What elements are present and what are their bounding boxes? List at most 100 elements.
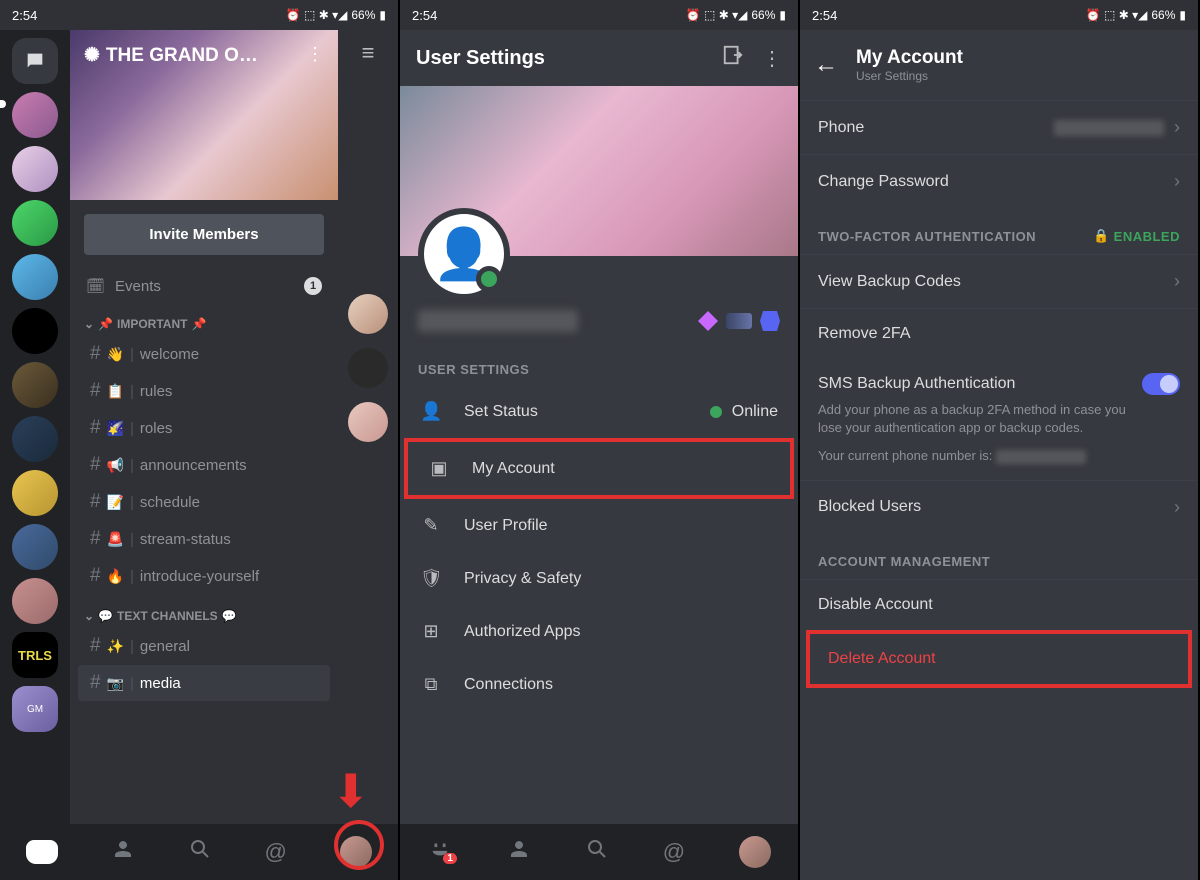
- search-tab-icon[interactable]: [585, 837, 609, 867]
- channel-name: introduce-yourself: [140, 568, 259, 585]
- server-icon[interactable]: [12, 92, 58, 138]
- clock: 2:54: [812, 8, 837, 23]
- hash-icon: #: [90, 491, 101, 513]
- member-strip: ≡: [338, 30, 398, 824]
- boost-badge-icon: [726, 313, 752, 329]
- chevron-down-icon: ⌄: [84, 317, 94, 331]
- channel-item[interactable]: # 📷 | media: [78, 665, 330, 701]
- server-icon[interactable]: [12, 254, 58, 300]
- member-avatar[interactable]: [348, 348, 388, 388]
- hash-icon: #: [90, 454, 101, 476]
- annotation-circle: [334, 820, 384, 870]
- hypesquad-badge-icon: [760, 311, 780, 331]
- server-icon[interactable]: [12, 578, 58, 624]
- server-icon[interactable]: [12, 362, 58, 408]
- member-avatar[interactable]: [348, 294, 388, 334]
- back-arrow-icon[interactable]: ←: [814, 51, 838, 79]
- channel-name: general: [140, 638, 190, 655]
- row-label: Set Status: [464, 403, 538, 421]
- channel-item[interactable]: # 🌠 | roles: [78, 410, 330, 446]
- server-icon[interactable]: [12, 416, 58, 462]
- server-icon[interactable]: [12, 470, 58, 516]
- status-icons: ⏰ ⬚ ✱ ▾◢ 66% ▮: [1086, 8, 1186, 22]
- panel-my-account: 2:54 ⏰ ⬚ ✱ ▾◢ 66% ▮ ← My Account User Se…: [800, 0, 1200, 880]
- member-avatar[interactable]: [348, 402, 388, 442]
- friends-tab-icon[interactable]: [111, 837, 135, 867]
- dm-button[interactable]: [12, 38, 58, 84]
- invite-members-button[interactable]: Invite Members: [84, 214, 324, 255]
- battery-icon: ▮: [379, 8, 386, 22]
- mentions-tab-icon[interactable]: @: [663, 839, 685, 865]
- delete-account-row[interactable]: Delete Account: [810, 634, 1188, 684]
- panel-server-channels: 2:54 ⏰ ⬚ ✱ ▾◢ 66% ▮ TRLS GM ✺ THE GRAND …: [0, 0, 400, 880]
- online-status-dot: [476, 266, 502, 292]
- settings-row-my-account[interactable]: ▣My Account: [408, 442, 790, 495]
- calendar-icon: 🗓: [86, 277, 105, 295]
- hash-icon: #: [90, 343, 101, 365]
- hash-icon: #: [90, 528, 101, 550]
- server-icon[interactable]: GM: [12, 686, 58, 732]
- settings-row-connections[interactable]: ⧉Connections: [400, 658, 798, 711]
- profile-tab-icon[interactable]: [739, 836, 771, 868]
- exit-icon[interactable]: [722, 44, 744, 72]
- status-bar: 2:54 ⏰ ⬚ ✱ ▾◢ 66% ▮: [0, 0, 398, 30]
- channel-item[interactable]: # 📝 | schedule: [78, 484, 330, 520]
- disable-account-row[interactable]: Disable Account: [800, 579, 1198, 630]
- status-bar: 2:54 ⏰ ⬚ ✱ ▾◢ 66% ▮: [800, 0, 1198, 30]
- row-icon: 🛡: [420, 568, 442, 589]
- channel-item[interactable]: # 🔥 | introduce-yourself: [78, 558, 330, 594]
- notification-badge: 1: [443, 853, 457, 864]
- server-icon[interactable]: [12, 308, 58, 354]
- mentions-tab-icon[interactable]: @: [265, 839, 287, 865]
- sms-backup-section: SMS Backup Authentication Add your phone…: [800, 359, 1198, 480]
- sms-backup-description: Add your phone as a backup 2FA method in…: [818, 401, 1180, 437]
- page-title: User Settings: [416, 47, 704, 70]
- category-important[interactable]: ⌄ 📌 IMPORTANT 📌: [70, 303, 338, 335]
- row-label: Privacy & Safety: [464, 570, 581, 588]
- hash-icon: #: [90, 672, 101, 694]
- blocked-users-row[interactable]: Blocked Users ›: [800, 480, 1198, 534]
- remove-2fa-row[interactable]: Remove 2FA: [800, 308, 1198, 359]
- discord-tab-icon[interactable]: [26, 840, 58, 864]
- settings-row-authorized-apps[interactable]: ⊞Authorized Apps: [400, 605, 798, 658]
- current-phone-label: Your current phone number is:: [818, 447, 1180, 465]
- category-text-channels[interactable]: ⌄ 💬 TEXT CHANNELS 💬: [70, 595, 338, 627]
- chevron-down-icon: ⌄: [84, 609, 94, 623]
- channel-name: announcements: [140, 457, 247, 474]
- account-header: ← My Account User Settings: [800, 30, 1198, 100]
- server-icon[interactable]: [12, 146, 58, 192]
- account-mgmt-header: ACCOUNT MANAGEMENT: [800, 534, 1198, 579]
- panel-user-settings: 2:54 ⏰ ⬚ ✱ ▾◢ 66% ▮ User Settings ⋮ 👤 US…: [400, 0, 800, 880]
- settings-row-user-profile[interactable]: ✎User Profile: [400, 499, 798, 552]
- hamburger-icon[interactable]: ≡: [362, 40, 375, 66]
- server-title[interactable]: ✺ THE GRAND O…: [84, 44, 324, 67]
- server-icon[interactable]: TRLS: [12, 632, 58, 678]
- channel-item[interactable]: # 📋 | rules: [78, 373, 330, 409]
- page-title: My Account: [856, 47, 963, 69]
- server-menu-icon[interactable]: ⋮: [306, 44, 324, 65]
- server-list-sidebar[interactable]: TRLS GM: [0, 30, 70, 824]
- change-password-row[interactable]: Change Password ›: [800, 154, 1198, 208]
- channel-item[interactable]: # ✨ | general: [78, 628, 330, 664]
- battery-icon: ▮: [1179, 8, 1186, 22]
- channel-item[interactable]: # 📢 | announcements: [78, 447, 330, 483]
- sms-backup-toggle[interactable]: [1142, 373, 1180, 395]
- channel-item[interactable]: # 👋 | welcome: [78, 336, 330, 372]
- nitro-badge-icon: [698, 311, 718, 331]
- clock: 2:54: [412, 8, 437, 23]
- server-icon[interactable]: [12, 200, 58, 246]
- friends-tab-icon[interactable]: [507, 837, 531, 867]
- sms-backup-label: SMS Backup Authentication: [818, 375, 1015, 393]
- events-row[interactable]: 🗓 Events 1: [70, 269, 338, 303]
- view-backup-codes-row[interactable]: View Backup Codes ›: [800, 254, 1198, 308]
- server-icon[interactable]: [12, 524, 58, 570]
- search-tab-icon[interactable]: [188, 837, 212, 867]
- overflow-menu-icon[interactable]: ⋮: [762, 46, 782, 71]
- settings-row-privacy-safety[interactable]: 🛡 Privacy & Safety: [400, 552, 798, 605]
- discord-tab-icon[interactable]: 1: [427, 838, 453, 866]
- row-icon: ⊞: [420, 621, 442, 642]
- settings-row-set-status[interactable]: 👤Set StatusOnline: [400, 385, 798, 438]
- channel-item[interactable]: # 🚨 | stream-status: [78, 521, 330, 557]
- phone-row[interactable]: Phone ›: [800, 100, 1198, 154]
- profile-avatar[interactable]: 👤: [418, 208, 510, 300]
